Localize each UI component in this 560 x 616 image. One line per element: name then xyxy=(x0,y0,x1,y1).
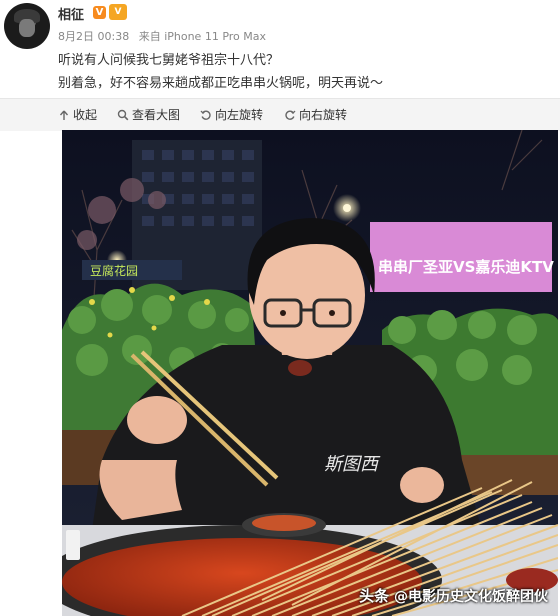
rotate-left-icon xyxy=(200,110,211,120)
collapse-label: 收起 xyxy=(73,108,98,122)
rotate-left-button[interactable]: 向左旋转 xyxy=(200,99,263,131)
view-large-button[interactable]: 查看大图 xyxy=(117,99,180,131)
arrow-up-icon xyxy=(59,110,69,120)
rotate-left-label: 向左旋转 xyxy=(215,108,264,122)
rotate-right-icon xyxy=(285,110,296,120)
post-text-line1: 听说有人问候我七舅姥爷祖宗十八代？ xyxy=(58,53,280,68)
rotate-right-button[interactable]: 向右旋转 xyxy=(284,99,347,131)
post-date[interactable]: 8月2日 00:38 xyxy=(58,30,129,43)
avatar-face xyxy=(19,19,35,37)
left-sign-text: 豆腐花园 xyxy=(90,263,138,278)
right-sign-text: 串串厂圣亚VS嘉乐迪KTV xyxy=(378,258,554,276)
image-toolbar: 收起 查看大图 向左旋转 向右旋转 xyxy=(0,98,560,131)
view-large-label: 查看大图 xyxy=(132,108,181,122)
weibo-post-header: 相征 V V 8月2日 00:38 来自 iPhone 11 Pro Max 听… xyxy=(0,0,560,98)
post-photo[interactable]: 豆腐花园 串串厂圣亚VS嘉乐迪KTV 斯图西 头条 @电影历史文化饭醉团伙 xyxy=(62,130,558,616)
verified-badge-icon: V xyxy=(93,6,106,19)
photo-scene: 豆腐花园 串串厂圣亚VS嘉乐迪KTV 斯图西 xyxy=(62,130,558,616)
watermark: 头条 @电影历史文化饭醉团伙 xyxy=(359,585,548,606)
rotate-right-label: 向右旋转 xyxy=(299,108,348,122)
watermark-text: @电影历史文化饭醉团伙 xyxy=(394,589,548,605)
shirt-print-text: 斯图西 xyxy=(324,454,381,475)
vip-badge-icon: V xyxy=(109,4,127,20)
post-source: 来自 iPhone 11 Pro Max xyxy=(138,30,267,43)
avatar[interactable] xyxy=(4,3,50,49)
post-text-line2: 别着急，好不容易来趟成都正吃串串火锅呢，明天再说～ xyxy=(58,76,384,91)
username[interactable]: 相征 xyxy=(58,4,84,23)
collapse-button[interactable]: 收起 xyxy=(58,99,97,131)
post-meta: 8月2日 00:38 来自 iPhone 11 Pro Max xyxy=(58,28,272,44)
watermark-prefix: 头条 xyxy=(359,587,390,605)
magnifier-icon xyxy=(117,109,129,121)
